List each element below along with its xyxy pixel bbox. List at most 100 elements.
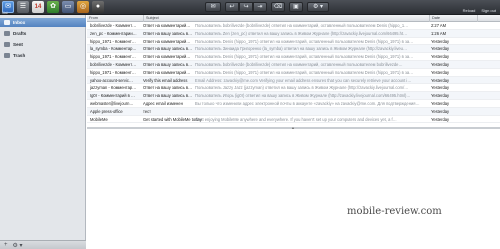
message-from: Ig0r - Комментарий в … <box>90 93 136 99</box>
message-row[interactable]: yahoo-account-servic… Verify this email a… <box>87 76 500 85</box>
inbox-icon <box>4 20 10 25</box>
message-preview: Пользователь bobrilivezde (bobrilivezde)… <box>195 23 409 28</box>
mailbox-inbox[interactable]: Inbox <box>0 18 86 27</box>
message-preview: Пользователь Игорь (ig0r) ответил на ваш… <box>195 93 411 99</box>
get-mail-button[interactable]: ✉ <box>205 2 221 12</box>
message-row[interactable]: hippo_1971 - Коммент… Ответ на комментари… <box>87 53 500 61</box>
message-preview: Пользователь bobrilivezde (bobrilivezde)… <box>195 61 403 67</box>
message-row[interactable]: bobrilivezde - Коммент… Ответ на вашу зап… <box>87 60 500 69</box>
account-controls: Reload Sign out <box>463 2 496 13</box>
message-preview: Start enjoying MobileMe anywhere and eve… <box>195 116 397 122</box>
contacts-app-icon[interactable]: ☰ <box>17 1 29 13</box>
find-my-iphone-app-icon[interactable]: ◎ <box>77 1 89 13</box>
message-date: Yesterday <box>431 108 450 114</box>
message-preview: Пользователь Denis (hippo_1971) ответил … <box>195 54 414 60</box>
message-date: 1:26 AM <box>431 30 447 36</box>
idisk-app-icon[interactable]: ▭ <box>62 1 74 13</box>
move-button[interactable]: ⇥ <box>253 2 267 12</box>
sent-icon <box>4 42 10 47</box>
message-row[interactable]: Ig0r - Комментарий в … Ответ на вашу запи… <box>87 92 500 100</box>
trash-icon <box>4 53 10 58</box>
message-from: webmaster@livejourn… <box>90 100 134 106</box>
column-date[interactable]: Date <box>429 15 477 22</box>
message-from: yahoo-account-servic… <box>90 77 134 83</box>
gallery-icon: ✿ <box>50 3 56 10</box>
message-row[interactable]: webmaster@livejourn… Адрес email изменен В… <box>87 100 500 108</box>
message-preview: Пользователь Зинаида Григоренко (la_symb… <box>195 46 408 52</box>
message-from: bobrilivezde - Коммент… <box>90 23 137 28</box>
mailbox-label: Sent <box>13 42 23 47</box>
message-date: Yesterday <box>431 116 450 122</box>
mailbox-label: Drafts <box>13 31 27 36</box>
top-app-bar: ✉ ☰ 14 ✿ ▭ ◎ ● Mail ✉ ↩ ↪ ⇥ ⌫ ▣ ⚙ ▾ Reload Sig… <box>0 0 500 15</box>
message-from: la_symba - Комментар… <box>90 46 137 52</box>
message-from: MobileMe <box>90 116 108 122</box>
message-list: From Subject Date bobrilivezde - Коммент… <box>87 15 500 130</box>
message-date: Yesterday <box>431 38 450 44</box>
mailbox-label: Inbox <box>13 20 26 25</box>
message-preview: Email Address: zavackiy@me.com Verifying… <box>195 77 412 83</box>
idisk-icon: ▭ <box>64 3 72 10</box>
message-from: hippo_1971 - Коммент… <box>90 38 136 44</box>
add-mailbox-button[interactable]: + <box>4 242 8 248</box>
mailbox-trash[interactable]: Trash <box>0 51 86 60</box>
message-row[interactable]: la_symba - Комментар… Ответ на вашу запис… <box>87 45 500 54</box>
message-row[interactable]: hippo_1971 - Коммент… Ответ на комментари… <box>87 38 500 46</box>
action-menu-button[interactable]: ⚙ ▾ <box>307 2 329 12</box>
message-preview-pane: mobile-review.com <box>87 129 500 249</box>
compose-button[interactable]: ▣ <box>289 2 303 12</box>
contacts-icon: ☰ <box>19 3 27 10</box>
message-preview: Вы только что изменили адрес электронной… <box>195 100 420 106</box>
message-from: bobrilivezde - Коммент… <box>90 61 137 67</box>
forward-button[interactable]: ↪ <box>239 2 253 12</box>
message-date: Yesterday <box>431 61 450 67</box>
message-date: Yesterday <box>431 46 450 52</box>
sidebar-gear-button[interactable]: ⚙ ▾ <box>13 242 23 249</box>
gallery-app-icon[interactable]: ✿ <box>47 1 59 13</box>
find-my-iphone-icon: ◎ <box>79 3 87 10</box>
reload-link[interactable]: Reload <box>463 2 476 13</box>
message-rows: bobrilivezde - Коммент… Ответ на коммента… <box>87 22 500 124</box>
message-row[interactable]: MobileMe Get started with MobileMe today.… <box>87 116 500 124</box>
calendar-app-icon[interactable]: 14 <box>32 1 44 13</box>
drafts-icon <box>4 31 10 36</box>
message-date: Yesterday <box>431 100 450 106</box>
app-switcher: ✉ ☰ 14 ✿ ▭ ◎ ● <box>2 1 104 13</box>
mailbox-label: Trash <box>13 53 26 58</box>
mailbox-sidebar: Inbox Drafts Sent Trash + ⚙ ▾ <box>0 15 86 249</box>
column-flag[interactable] <box>477 15 500 22</box>
message-from: zen_pc - Комментарии… <box>90 30 137 36</box>
message-row[interactable]: jazzyman - Комментар… Ответ на вашу запис… <box>87 84 500 93</box>
message-preview: Пользователь Zen (zen_pc) ответил на ваш… <box>195 30 408 36</box>
account-app-icon[interactable]: ● <box>92 1 104 13</box>
message-date: Yesterday <box>431 54 450 60</box>
sign-out-link[interactable]: Sign out <box>481 2 496 13</box>
sidebar-footer: + ⚙ ▾ <box>0 240 86 249</box>
message-date: Yesterday <box>431 77 450 83</box>
column-subject[interactable]: Subject <box>143 15 429 22</box>
account-icon: ● <box>95 3 101 10</box>
message-date: 2:27 AM <box>431 23 447 28</box>
message-row[interactable]: hippo_1971 - Коммент… Ответ на комментари… <box>87 69 500 77</box>
message-preview <box>195 108 429 116</box>
message-from: hippo_1971 - Коммент… <box>90 69 136 75</box>
message-from: jazzyman - Комментар… <box>90 85 137 91</box>
message-date: Yesterday <box>431 69 450 75</box>
mail-toolbar: ✉ ↩ ↪ ⇥ ⌫ ▣ ⚙ ▾ <box>205 2 329 12</box>
message-row[interactable]: bobrilivezde - Коммент… Ответ на коммента… <box>87 22 500 30</box>
message-date: Yesterday <box>431 85 450 91</box>
message-from: Apple press-office <box>90 108 123 114</box>
reply-group: ↩ ↪ ⇥ <box>225 2 267 12</box>
mailbox-drafts[interactable]: Drafts <box>0 29 86 38</box>
reply-button[interactable]: ↩ <box>225 2 239 12</box>
watermark-text: mobile-review.com <box>347 206 442 217</box>
message-row[interactable]: zen_pc - Комментарии… Ответ на вашу запис… <box>87 29 500 38</box>
mailbox-sent[interactable]: Sent <box>0 40 86 49</box>
message-preview: Пользователь Jazzy Jazz (jazzyman) ответ… <box>195 85 409 91</box>
calendar-icon: 14 <box>34 4 42 10</box>
message-preview: Пользователь Denis (hippo_1971) ответил … <box>195 69 414 75</box>
message-row[interactable]: Apple press-office тест Yesterday <box>87 107 500 116</box>
message-from: hippo_1971 - Коммент… <box>90 54 136 60</box>
column-from[interactable]: From <box>87 15 143 22</box>
delete-button[interactable]: ⌫ <box>271 2 285 12</box>
